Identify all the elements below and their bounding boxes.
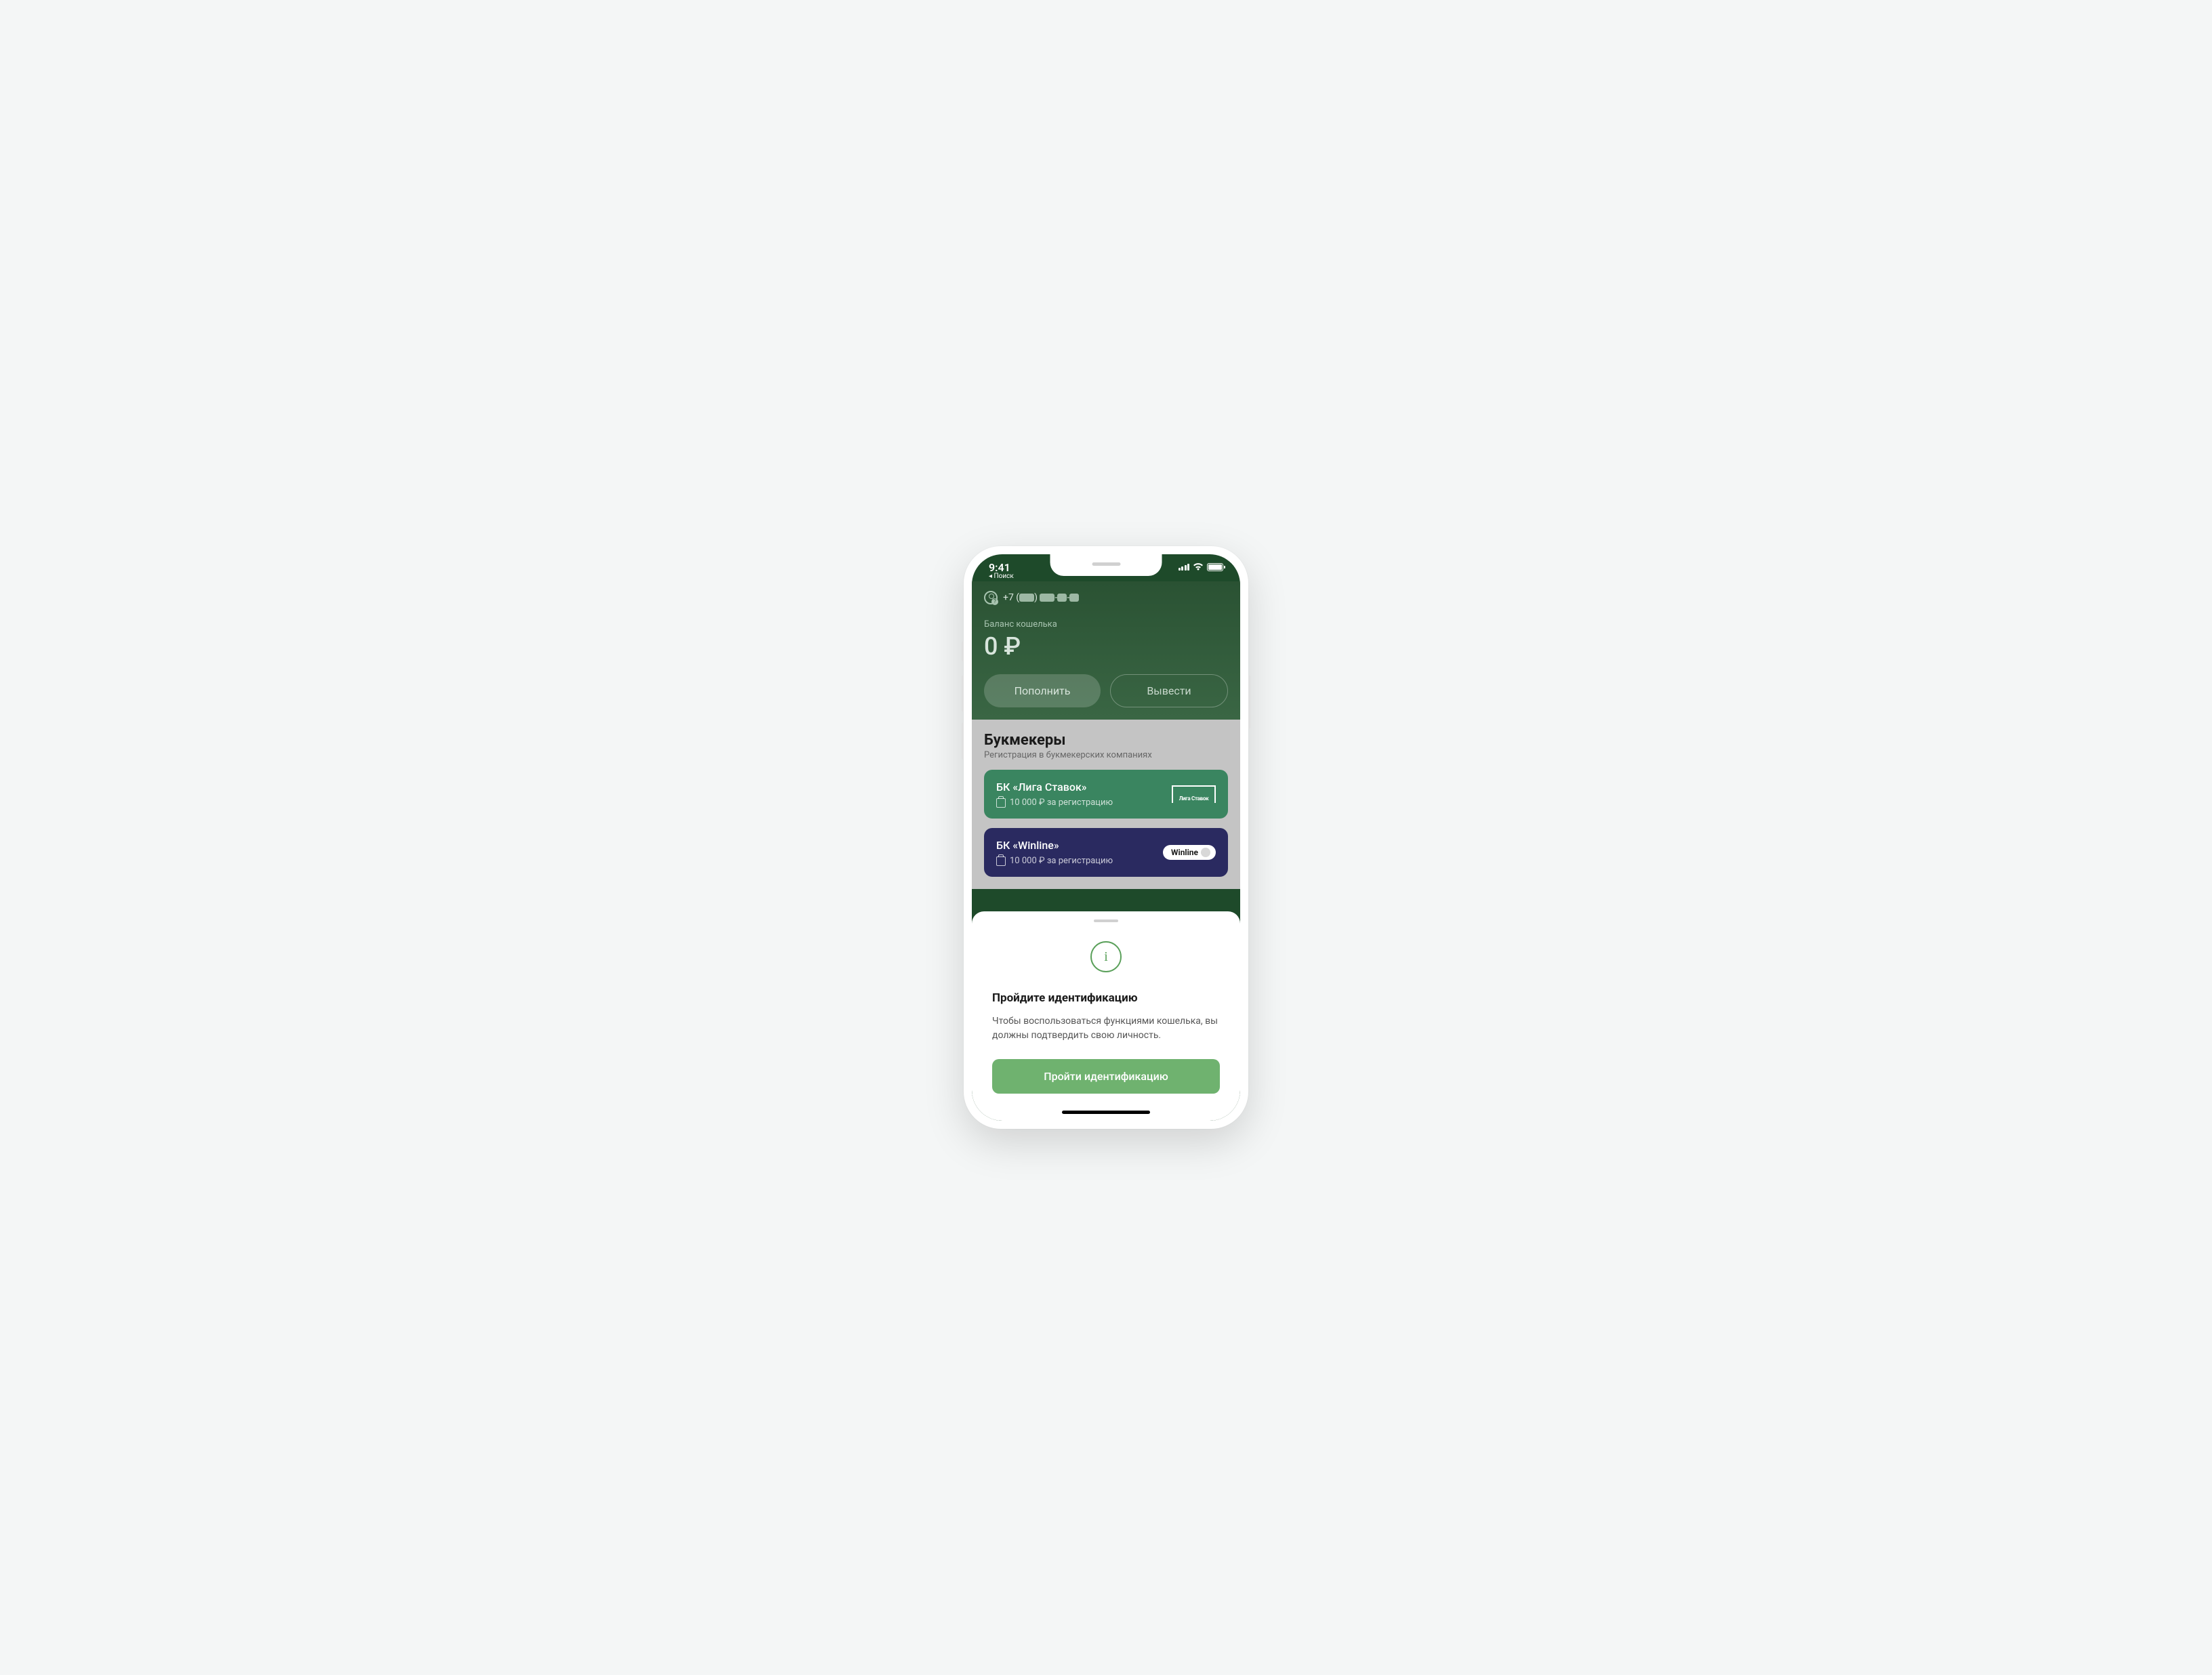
phone-frame: 9:41 ◂ Поиск +7 () -- Баланс кошелька 0 … bbox=[964, 546, 1248, 1129]
phone-number: +7 () -- bbox=[1003, 592, 1079, 603]
withdraw-button[interactable]: Вывести bbox=[1110, 674, 1228, 707]
phone-number-row[interactable]: +7 () -- bbox=[984, 591, 1228, 604]
wallet-header: +7 () -- Баланс кошелька 0 ₽ Пополнить В… bbox=[972, 581, 1240, 720]
home-indicator[interactable] bbox=[1062, 1111, 1150, 1114]
back-to-search[interactable]: ◂ Поиск bbox=[989, 573, 1014, 580]
balance-amount: 0 ₽ bbox=[984, 632, 1228, 661]
notch bbox=[1050, 554, 1162, 576]
bookmaker-bonus: 10 000 ₽ за регистрацию bbox=[996, 798, 1113, 808]
start-identification-button[interactable]: Пройти идентификацию bbox=[992, 1059, 1220, 1094]
sheet-drag-handle[interactable] bbox=[1094, 919, 1118, 922]
info-icon: i bbox=[1090, 941, 1122, 972]
winline-logo: Winline bbox=[1163, 845, 1216, 860]
identification-sheet: i Пройдите идентификацию Чтобы воспользо… bbox=[972, 911, 1240, 1121]
bookmaker-card-liga[interactable]: БК «Лига Ставок» 10 000 ₽ за регистрацию… bbox=[984, 770, 1228, 819]
battery-icon bbox=[1207, 563, 1223, 571]
gift-icon bbox=[996, 798, 1006, 808]
liga-stavok-logo: Лига Ставок bbox=[1172, 785, 1216, 803]
section-subtitle: Регистрация в букмекерских компаниях bbox=[984, 750, 1228, 760]
sheet-title: Пройдите идентификацию bbox=[992, 991, 1220, 1005]
bookmaker-name: БК «Winline» bbox=[996, 839, 1113, 852]
bookmaker-bonus: 10 000 ₽ за регистрацию bbox=[996, 856, 1113, 866]
bookmaker-name: БК «Лига Ставок» bbox=[996, 781, 1113, 793]
balance-label: Баланс кошелька bbox=[984, 619, 1228, 629]
wifi-icon bbox=[1193, 563, 1204, 571]
gift-icon bbox=[996, 856, 1006, 866]
screen: 9:41 ◂ Поиск +7 () -- Баланс кошелька 0 … bbox=[972, 554, 1240, 1121]
sheet-body: Чтобы воспользоваться функциями кошелька… bbox=[992, 1014, 1220, 1043]
bookmakers-section: Букмекеры Регистрация в букмекерских ком… bbox=[972, 720, 1240, 889]
cellular-icon bbox=[1179, 564, 1190, 571]
power-button bbox=[1248, 675, 1250, 729]
deposit-button[interactable]: Пополнить bbox=[984, 674, 1101, 707]
volume-buttons bbox=[962, 641, 964, 661]
section-title: Букмекеры bbox=[984, 732, 1228, 749]
bookmaker-card-winline[interactable]: БК «Winline» 10 000 ₽ за регистрацию Win… bbox=[984, 828, 1228, 877]
user-help-icon bbox=[984, 591, 998, 604]
